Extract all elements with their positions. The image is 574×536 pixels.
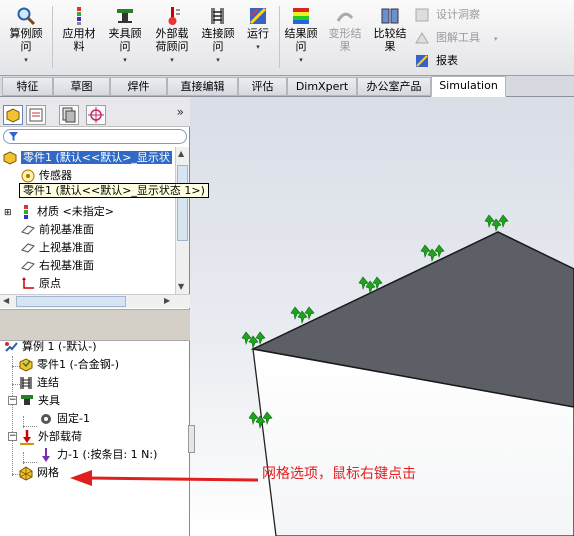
annotation-arrow-layer (70, 470, 259, 486)
tooltip: 零件1 (默认<<默认>_显示状态 1>) (19, 183, 209, 198)
arrow-head-icon (70, 470, 92, 486)
annotation-text: 网格选项，鼠标右键点击 (262, 466, 416, 482)
pane-splitter-handle[interactable] (188, 425, 195, 453)
annotation-arrow (87, 476, 259, 482)
